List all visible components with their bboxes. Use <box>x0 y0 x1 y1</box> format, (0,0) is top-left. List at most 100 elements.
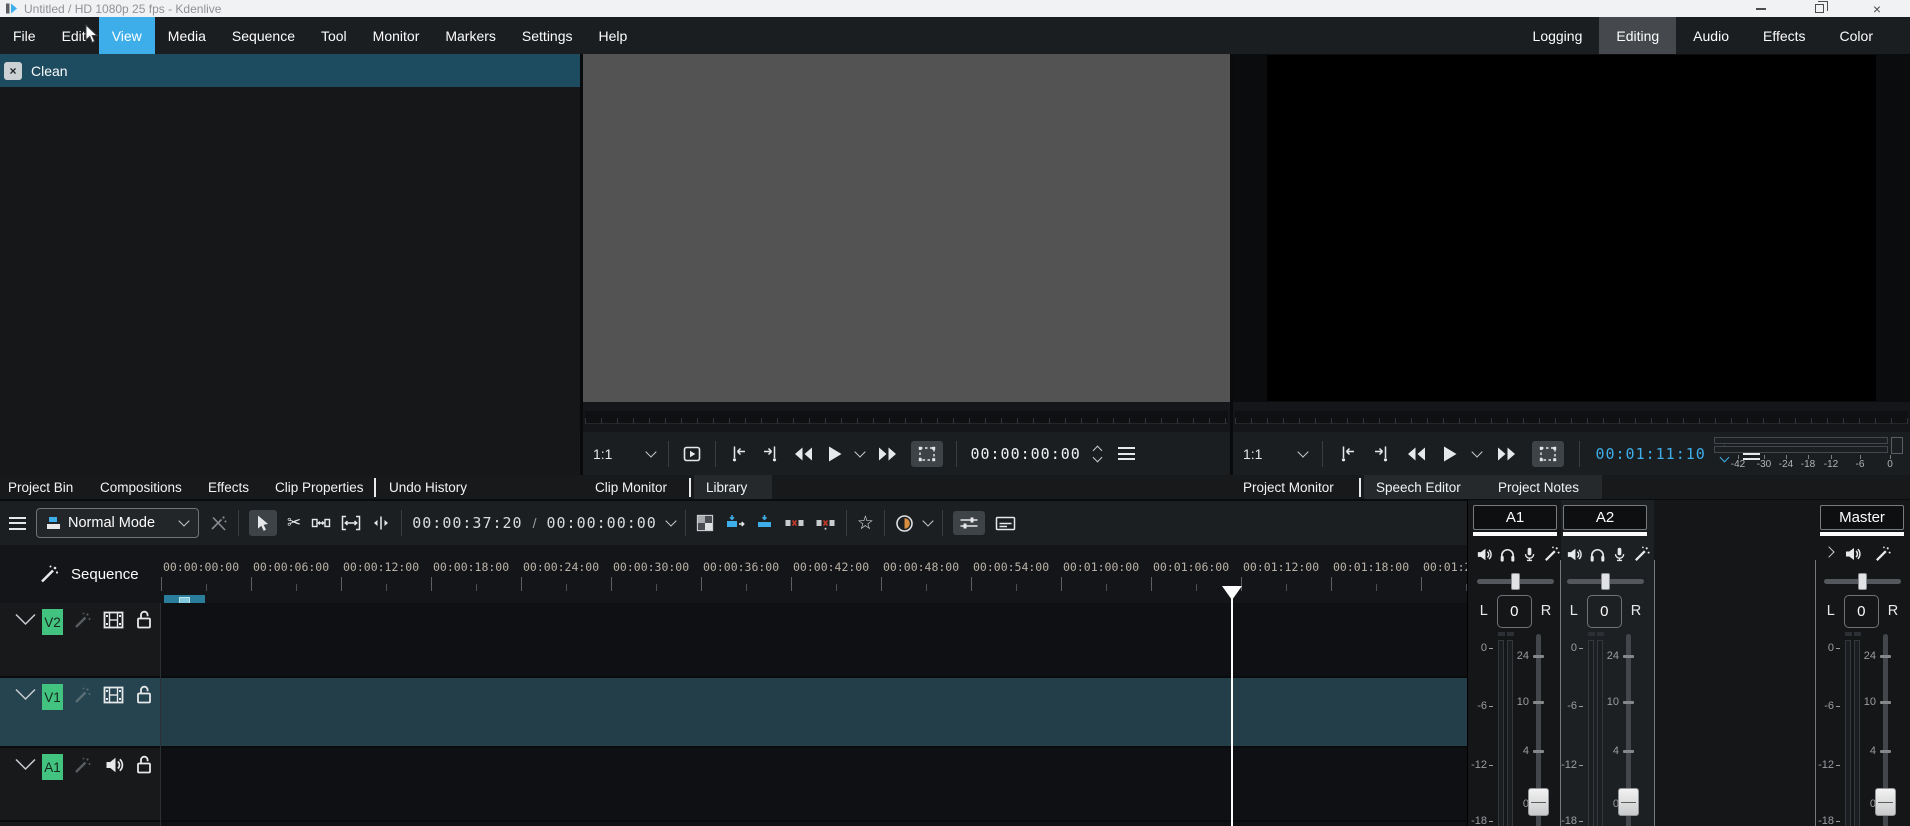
track-collapse-icon[interactable] <box>14 613 37 626</box>
channel-effects-icon[interactable] <box>1542 545 1561 564</box>
tab-undo-history[interactable]: Undo History <box>389 475 467 500</box>
mark-out-icon[interactable] <box>761 444 780 463</box>
track-lane[interactable] <box>161 603 1467 676</box>
subtitle-icon[interactable] <box>995 515 1016 532</box>
track-name-badge[interactable]: A1 <box>42 754 63 780</box>
razor-tool-icon[interactable]: ✂ <box>287 513 301 533</box>
channel-name[interactable]: A1 <box>1473 505 1557 530</box>
track-lock-icon[interactable] <box>134 754 154 776</box>
workspace-effects[interactable]: Effects <box>1746 17 1823 54</box>
record-mic-icon[interactable] <box>1611 545 1628 564</box>
forward-icon[interactable] <box>1496 446 1517 462</box>
menu-sequence[interactable]: Sequence <box>219 17 308 54</box>
minimize-button[interactable] <box>1732 0 1790 17</box>
record-mic-icon[interactable] <box>1521 545 1538 564</box>
play-icon[interactable] <box>1442 445 1458 463</box>
menu-help[interactable]: Help <box>586 17 641 54</box>
workspace-audio[interactable]: Audio <box>1676 17 1746 54</box>
restore-button[interactable] <box>1790 0 1848 17</box>
tab-compositions[interactable]: Compositions <box>100 475 182 500</box>
project-monitor-frame[interactable] <box>1267 55 1876 401</box>
fit-zoom-icon[interactable] <box>341 515 361 531</box>
track-collapse-icon[interactable] <box>14 758 37 771</box>
clip-monitor-seekbar[interactable] <box>583 402 1230 432</box>
timecode-spinner[interactable] <box>1092 445 1103 462</box>
chevron-down-icon[interactable] <box>1297 445 1310 458</box>
solo-headphones-icon[interactable] <box>1498 545 1517 564</box>
tab-speech-editor[interactable]: Speech Editor <box>1376 475 1461 500</box>
workspace-logging[interactable]: Logging <box>1516 17 1600 54</box>
menu-monitor[interactable]: Monitor <box>360 17 433 54</box>
mark-in-icon[interactable] <box>729 444 748 463</box>
rewind-icon[interactable] <box>1406 446 1427 462</box>
volume-fader-handle[interactable] <box>1528 788 1549 816</box>
meter-config-box[interactable] <box>1891 437 1903 454</box>
zone-mode-button[interactable] <box>1532 440 1565 467</box>
menu-media[interactable]: Media <box>155 17 219 54</box>
track-name-badge[interactable]: V2 <box>42 609 63 635</box>
track-header[interactable]: A1 <box>0 748 160 820</box>
zone-mode-button[interactable] <box>911 440 944 467</box>
mute-icon[interactable] <box>1475 545 1494 564</box>
tab-library[interactable]: Library <box>706 475 747 500</box>
track-lane[interactable] <box>161 678 1467 746</box>
mixer-toggle-button[interactable] <box>952 511 985 535</box>
solo-headphones-icon[interactable] <box>1588 545 1607 564</box>
record-icon[interactable] <box>895 514 914 533</box>
timeline-position[interactable]: 00:00:37:20 <box>412 514 522 532</box>
chevron-down-icon[interactable] <box>645 445 658 458</box>
volume-fader-handle[interactable] <box>1618 788 1639 816</box>
slip-tool-icon[interactable] <box>371 515 391 531</box>
pan-handle[interactable] <box>1858 573 1867 590</box>
mark-in-icon[interactable] <box>1338 444 1357 463</box>
collapse-mixer-icon[interactable] <box>1823 546 1835 558</box>
pan-handle[interactable] <box>1601 573 1610 590</box>
track-name-badge[interactable]: V1 <box>42 684 63 710</box>
track-collapse-icon[interactable] <box>14 688 37 701</box>
pan-slider[interactable] <box>1567 573 1644 590</box>
zoom-level[interactable]: 1:1 <box>1243 446 1262 462</box>
track-header[interactable]: A2 <box>0 822 160 826</box>
mark-out-icon[interactable] <box>1372 444 1391 463</box>
pan-handle[interactable] <box>1511 573 1520 590</box>
forward-icon[interactable] <box>877 446 898 462</box>
clip-close-icon[interactable]: × <box>4 61 22 80</box>
record-options-chevron-icon[interactable] <box>922 515 934 527</box>
channel-name[interactable]: A2 <box>1563 505 1647 530</box>
bin-clip-row[interactable]: × Clean <box>0 54 580 87</box>
project-monitor-timecode[interactable]: 00:01:11:10 <box>1595 445 1705 463</box>
track-effects-icon[interactable] <box>72 686 92 706</box>
mute-icon[interactable] <box>1565 545 1584 564</box>
mute-icon[interactable] <box>1843 544 1863 564</box>
pan-slider[interactable] <box>1477 573 1554 590</box>
play-options-chevron-icon[interactable] <box>854 445 867 458</box>
menu-markers[interactable]: Markers <box>432 17 509 54</box>
menu-view[interactable]: View <box>98 17 155 54</box>
channel-effects-icon[interactable] <box>1632 545 1651 564</box>
favorite-effects-icon[interactable]: ☆ <box>857 512 874 535</box>
menu-settings[interactable]: Settings <box>509 17 586 54</box>
timeline-duration[interactable]: 00:00:00:00 <box>546 514 656 532</box>
clip-monitor-timecode[interactable]: 00:00:00:00 <box>970 445 1080 463</box>
clip-monitor-video[interactable] <box>583 54 1230 402</box>
pan-value[interactable]: 0 <box>1843 594 1879 628</box>
monitor-menu-icon[interactable] <box>1117 447 1135 460</box>
tab-effects[interactable]: Effects <box>208 475 249 500</box>
channel-effects-icon[interactable] <box>1873 545 1892 564</box>
play-options-chevron-icon[interactable] <box>1471 445 1484 458</box>
track-hide-icon[interactable] <box>102 684 125 706</box>
track-effects-icon[interactable] <box>72 611 92 631</box>
track-mute-icon[interactable] <box>103 754 125 776</box>
track-effects-icon[interactable] <box>72 756 92 776</box>
workspace-color[interactable]: Color <box>1823 17 1890 54</box>
pan-value[interactable]: 0 <box>1496 594 1532 628</box>
tab-clip-monitor[interactable]: Clip Monitor <box>595 475 667 500</box>
tab-project-bin[interactable]: Project Bin <box>8 475 73 500</box>
compositing-icon[interactable] <box>696 514 714 532</box>
chevron-down-icon[interactable] <box>665 515 677 527</box>
lift-zone-icon[interactable] <box>815 515 836 531</box>
mixed-streams-icon[interactable] <box>209 514 228 533</box>
pan-slider[interactable] <box>1824 573 1901 590</box>
tab-clip-properties[interactable]: Clip Properties <box>275 475 364 500</box>
monitor-clip-icon[interactable] <box>682 444 702 464</box>
